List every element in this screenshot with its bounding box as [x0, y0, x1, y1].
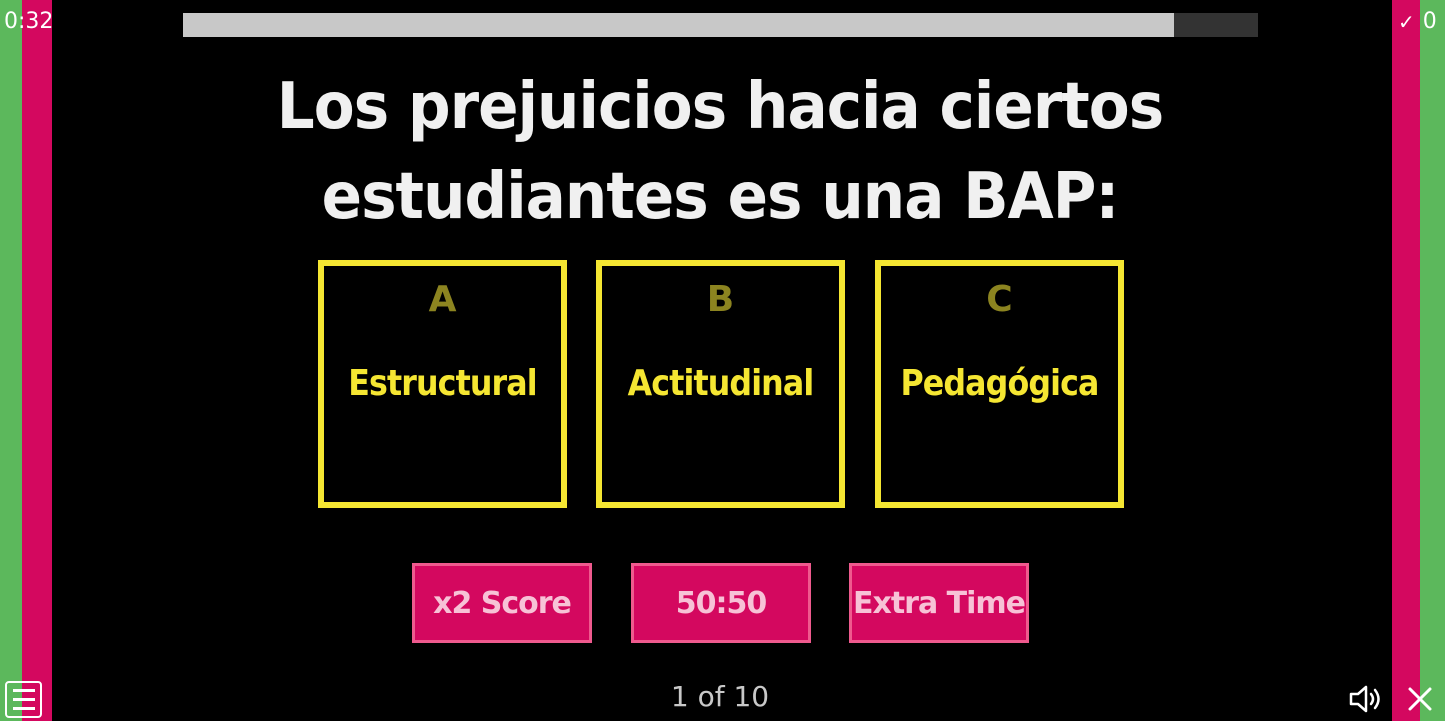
question-counter: 1 of 10 — [670, 680, 770, 713]
progress-bar — [183, 13, 1258, 37]
question-text: Los prejuicios hacia ciertos estudiantes… — [276, 70, 1164, 234]
answer-option-c[interactable]: C Pedagógica — [875, 260, 1124, 508]
close-icon — [1408, 687, 1432, 711]
score-value: 0 — [1422, 9, 1437, 34]
speaker-icon — [1349, 685, 1380, 713]
extra-time-button[interactable]: Extra Time — [849, 563, 1029, 643]
left-green-stripe — [0, 0, 22, 721]
menu-button[interactable] — [5, 681, 42, 718]
x2-score-button[interactable]: x2 Score — [412, 563, 592, 643]
fifty-fifty-button[interactable]: 50:50 — [631, 563, 811, 643]
answer-letter: C — [986, 279, 1013, 320]
answer-option-b[interactable]: B Actitudinal — [596, 260, 845, 508]
timer: 0:32 — [4, 9, 54, 34]
left-pink-stripe — [22, 0, 52, 721]
close-button[interactable] — [1404, 683, 1436, 715]
progress-fill — [183, 13, 1175, 37]
answer-text: Actitudinal — [627, 363, 815, 404]
sound-button[interactable] — [1348, 683, 1384, 715]
answer-text: Pedagógica — [900, 363, 1099, 404]
answer-letter: A — [428, 279, 457, 320]
score-display: ✓ 0 — [1398, 9, 1437, 34]
right-pink-stripe — [1392, 0, 1420, 721]
answer-option-a[interactable]: A Estructural — [318, 260, 567, 508]
answer-text: Estructural — [348, 363, 537, 404]
right-green-stripe — [1420, 0, 1445, 721]
answer-letter: B — [706, 279, 735, 320]
check-icon: ✓ — [1398, 9, 1415, 34]
menu-icon — [12, 689, 35, 692]
